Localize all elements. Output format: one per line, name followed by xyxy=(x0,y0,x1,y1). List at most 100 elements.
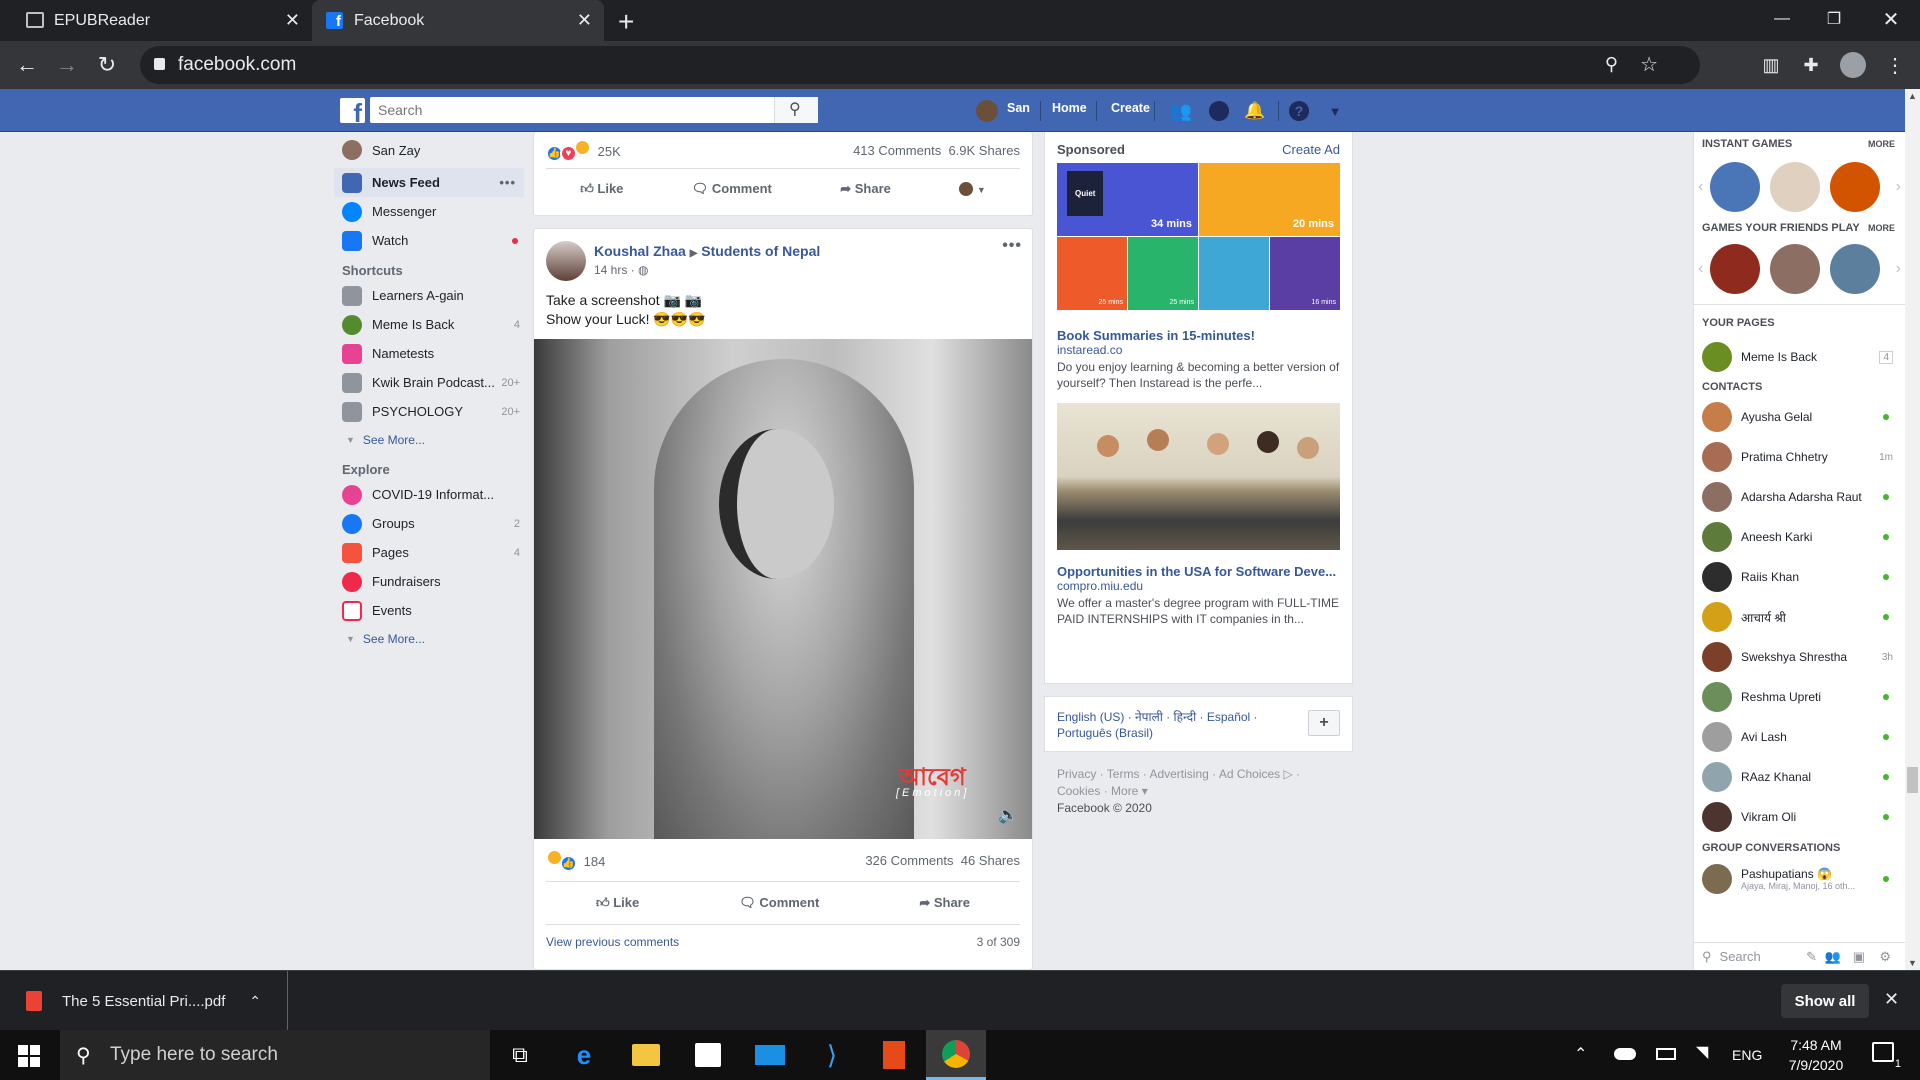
reaction-count-area[interactable]: 👍 ♥ 25K xyxy=(546,138,621,162)
search-input[interactable] xyxy=(370,97,818,123)
more-link[interactable]: MORE xyxy=(1868,223,1895,233)
game-thumbnail[interactable] xyxy=(1710,244,1761,294)
language-indicator[interactable]: ENG xyxy=(1732,1047,1762,1063)
task-view-icon[interactable]: ⧉ xyxy=(490,1030,550,1080)
explore-item[interactable]: Pages 4 xyxy=(334,538,524,567)
new-message-icon[interactable]: ✎ xyxy=(1806,949,1817,965)
like-button[interactable]: 👍︎ Like xyxy=(580,181,623,197)
contact-item[interactable]: आचार्य श्री xyxy=(1694,597,1905,637)
tab-epubreader[interactable]: EPUBReader ✕ xyxy=(0,0,312,41)
see-more-link[interactable]: ▼ See More... xyxy=(334,625,524,653)
shortcut-item[interactable]: PSYCHOLOGY 20+ xyxy=(334,397,524,426)
close-tab-icon[interactable]: ✕ xyxy=(285,10,300,31)
profile-link[interactable]: San Zay xyxy=(334,132,524,168)
create-ad-link[interactable]: Create Ad xyxy=(1282,142,1340,157)
more-link[interactable]: MORE xyxy=(1868,139,1895,149)
store-icon[interactable] xyxy=(678,1030,738,1080)
home-link[interactable]: Home xyxy=(1052,101,1087,115)
profile-link[interactable]: San xyxy=(1007,101,1030,115)
footer-line[interactable]: Privacy · Terms · Advertising · Ad Choic… xyxy=(1057,766,1347,783)
ad-domain[interactable]: compro.miu.edu xyxy=(1045,579,1352,593)
language-links[interactable]: English (US) · नेपाली · हिन्दी · Español… xyxy=(1057,709,1340,725)
shortcut-item[interactable]: Kwik Brain Podcast... 20+ xyxy=(334,368,524,397)
messenger-icon[interactable] xyxy=(1208,100,1230,122)
edge-icon[interactable]: e xyxy=(554,1030,614,1080)
post-time[interactable]: 14 hrs · xyxy=(594,263,638,277)
post-options-icon[interactable]: ••• xyxy=(1002,237,1022,255)
footer-line[interactable]: Cookies · More ▾ xyxy=(1057,783,1347,800)
contact-item[interactable]: Swekshya Shrestha 3h xyxy=(1694,637,1905,677)
shares-count[interactable]: 46 Shares xyxy=(961,853,1020,868)
ad-domain[interactable]: instaread.co xyxy=(1045,343,1352,357)
comments-count[interactable]: 326 Comments xyxy=(865,853,953,868)
mail-icon[interactable] xyxy=(740,1030,800,1080)
shortcut-item[interactable]: Nametests xyxy=(334,339,524,368)
chevron-up-icon[interactable]: ⌃ xyxy=(249,993,261,1010)
video-call-icon[interactable]: ▣ xyxy=(1853,949,1865,965)
explore-item[interactable]: Fundraisers xyxy=(334,567,524,596)
comment-button[interactable]: 🗨 Comment xyxy=(739,895,819,911)
add-language-button[interactable]: + xyxy=(1308,710,1340,736)
view-previous-comments-link[interactable]: View previous comments xyxy=(546,935,679,949)
contact-item[interactable]: Reshma Upreti xyxy=(1694,677,1905,717)
windows-start-icon[interactable] xyxy=(18,1045,40,1067)
contact-item[interactable]: Avi Lash xyxy=(1694,717,1905,757)
contact-item[interactable]: Ayusha Gelal xyxy=(1694,397,1905,437)
scroll-up-icon[interactable]: ▲ xyxy=(1908,91,1917,101)
contact-item[interactable]: Raiis Khan xyxy=(1694,557,1905,597)
address-bar[interactable]: facebook.com ⚲ ☆ xyxy=(140,46,1700,84)
chevron-left-icon[interactable]: ‹ xyxy=(1698,260,1703,278)
taskbar-search[interactable]: ⚲ Type here to search xyxy=(60,1030,490,1080)
shortcut-item[interactable]: Meme Is Back 4 xyxy=(334,310,524,339)
tab-facebook[interactable]: f Facebook ✕ xyxy=(312,0,604,41)
contact-item[interactable]: Aneesh Karki xyxy=(1694,517,1905,557)
office-icon[interactable] xyxy=(864,1030,924,1080)
profile-avatar[interactable] xyxy=(1838,50,1868,80)
notifications-center-icon[interactable]: 1 xyxy=(1872,1042,1901,1070)
comment-button[interactable]: 🗨 Comment xyxy=(692,181,772,197)
sidebar-item-news-feed[interactable]: News Feed ••• xyxy=(334,168,524,197)
ad-title[interactable]: Book Summaries in 15-minutes! xyxy=(1045,328,1352,343)
menu-icon[interactable]: ⋮ xyxy=(1880,50,1910,80)
chrome-icon[interactable] xyxy=(926,1030,986,1080)
ad-image-books[interactable]: Quiet 34 mins 20 mins 25 mins 25 mins 16 … xyxy=(1057,163,1340,310)
close-tab-icon[interactable]: ✕ xyxy=(577,10,592,31)
close-downloads-icon[interactable]: ✕ xyxy=(1884,989,1899,1010)
mute-icon[interactable]: 🔈 xyxy=(998,805,1018,825)
star-icon[interactable]: ☆ xyxy=(1640,52,1658,77)
onedrive-icon[interactable] xyxy=(1614,1048,1636,1060)
contact-item[interactable]: Adarsha Adarsha Raut xyxy=(1694,477,1905,517)
show-all-button[interactable]: Show all xyxy=(1781,984,1869,1018)
maximize-icon[interactable]: ❐ xyxy=(1808,0,1860,38)
battery-icon[interactable] xyxy=(1656,1048,1676,1060)
post-video[interactable]: আবেগ [Emotion] 🔈 xyxy=(534,339,1032,839)
contact-item[interactable]: Vikram Oli xyxy=(1694,797,1905,837)
forward-icon[interactable]: → xyxy=(52,50,82,80)
explore-item[interactable]: Groups 2 xyxy=(334,509,524,538)
close-window-icon[interactable]: ✕ xyxy=(1865,0,1917,38)
new-group-icon[interactable]: 👥 xyxy=(1825,949,1841,965)
extensions-icon[interactable]: ✚ xyxy=(1796,50,1826,80)
file-explorer-icon[interactable] xyxy=(616,1030,676,1080)
user-avatar[interactable] xyxy=(976,100,998,122)
explore-item[interactable]: Events xyxy=(334,596,524,625)
help-icon[interactable]: ? xyxy=(1288,100,1310,122)
wifi-icon[interactable]: ◥ xyxy=(1696,1042,1708,1062)
contact-item[interactable]: Pratima Chhetry 1m xyxy=(1694,437,1905,477)
tray-chevron-icon[interactable]: ⌃ xyxy=(1574,1044,1587,1064)
minimize-icon[interactable]: — xyxy=(1756,0,1808,38)
author-name[interactable]: Koushal Zhaa xyxy=(594,243,686,259)
chevron-right-icon[interactable]: › xyxy=(1896,178,1901,196)
scroll-down-icon[interactable]: ▼ xyxy=(1908,958,1917,968)
clock[interactable]: 7:48 AM 7/9/2020 xyxy=(1775,1035,1857,1075)
explore-item[interactable]: COVID-19 Informat... xyxy=(334,480,524,509)
facebook-logo-icon[interactable]: f xyxy=(340,98,365,123)
create-link[interactable]: Create xyxy=(1111,101,1150,115)
zoom-icon[interactable]: ⚲ xyxy=(1605,54,1618,75)
react-as-selector[interactable]: ▼ xyxy=(959,181,986,197)
reaction-count-area[interactable]: 👍 184 xyxy=(546,848,605,872)
game-thumbnail[interactable] xyxy=(1829,162,1880,212)
ad-image-office[interactable] xyxy=(1057,403,1340,550)
comments-count[interactable]: 413 Comments xyxy=(853,143,941,158)
group-name[interactable]: Students of Nepal xyxy=(701,243,820,259)
